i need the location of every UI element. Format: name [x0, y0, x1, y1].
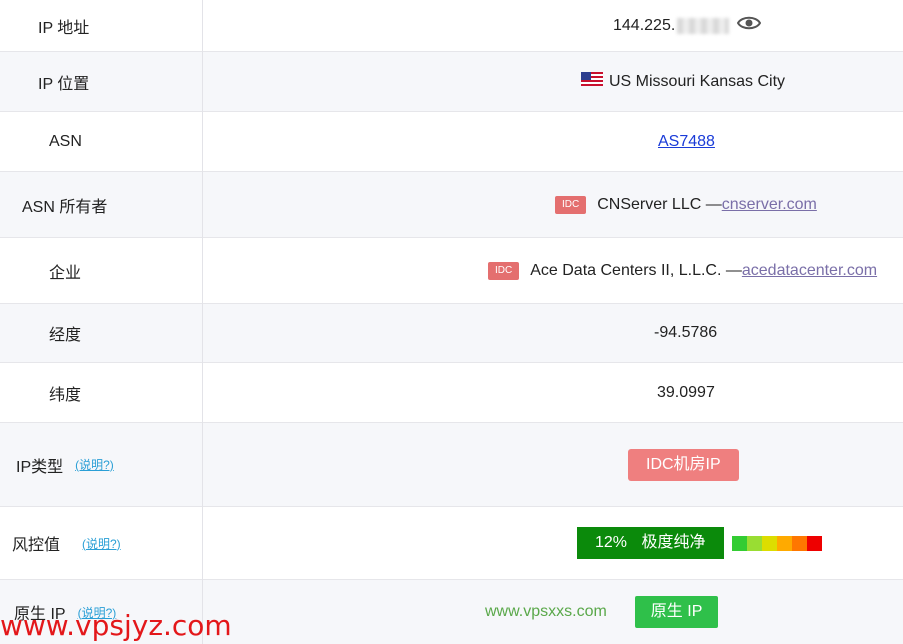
risk-color-bar: [731, 535, 822, 551]
value-longitude: -94.5786: [654, 324, 718, 341]
enterprise-name: Ace Data Centers II, L.L.C. —: [530, 261, 742, 279]
label-longitude: 经度: [49, 327, 82, 344]
eye-icon[interactable]: [737, 15, 762, 36]
risk-score-text: 极度纯净: [641, 534, 706, 551]
risk-bar-segment: [761, 535, 777, 551]
us-flag-icon: [581, 72, 603, 91]
row-longitude: 经度 -94.5786: [0, 304, 903, 363]
row-ip-address: IP 地址 144.225.: [0, 0, 903, 52]
value-ip-location: US Missouri Kansas City: [581, 52, 785, 111]
value-native-ip: www.vpsxxs.com 原生 IP: [485, 580, 719, 644]
row-enterprise: 企业 IDC Ace Data Centers II, L.L.C. — ace…: [0, 238, 903, 304]
value-ip-type: IDC机房IP: [628, 423, 739, 506]
asn-link[interactable]: AS7488: [658, 133, 715, 151]
value-risk-score: 12% 极度纯净: [577, 507, 822, 579]
risk-score-label: 风控值: [12, 537, 61, 554]
risk-bar-segment: [806, 535, 822, 551]
column-divider: [202, 0, 203, 644]
watermark-red: www.vpsjyz.com: [0, 609, 232, 642]
row-risk-score: 风控值 (说明?) 12% 极度纯净: [0, 507, 903, 580]
risk-bar-segment: [731, 535, 747, 551]
native-ip-badge: 原生 IP: [634, 596, 719, 628]
row-asn-owner: ASN 所有者 IDC CNServer LLC — cnserver.com: [0, 172, 903, 238]
ip-type-help-link[interactable]: (说明?): [75, 456, 114, 473]
value-asn: AS7488: [658, 112, 715, 171]
label-risk-score: 风控值 (说明?): [12, 507, 121, 579]
ip-type-label: IP类型: [16, 458, 64, 476]
label-enterprise: 企业: [49, 264, 82, 282]
watermark-green: www.vpsxxs.com: [485, 603, 607, 620]
ip-address-blurred: [677, 17, 730, 34]
risk-score-percent: 12%: [595, 534, 628, 551]
label-ip-location: IP 位置: [38, 75, 90, 93]
enterprise-link[interactable]: acedatacenter.com: [742, 262, 877, 280]
row-ip-type: IP类型 (说明?) IDC机房IP: [0, 423, 903, 507]
risk-bar-segment: [746, 535, 762, 551]
risk-bar-segment: [791, 535, 807, 551]
row-asn: ASN AS7488: [0, 112, 903, 172]
value-latitude: 39.0997: [657, 383, 715, 401]
risk-bar-segment: [776, 535, 792, 551]
risk-score-box: 12% 极度纯净: [577, 527, 724, 559]
idc-tag: IDC: [488, 261, 520, 280]
value-enterprise: IDC Ace Data Centers II, L.L.C. — acedat…: [488, 238, 877, 303]
asn-owner-link[interactable]: cnserver.com: [722, 196, 817, 214]
label-latitude: 纬度: [49, 386, 82, 404]
value-ip-address: 144.225.: [613, 0, 762, 51]
asn-owner-name: CNServer LLC —: [597, 195, 722, 213]
row-latitude: 纬度 39.0997: [0, 363, 903, 423]
label-asn: ASN: [49, 132, 82, 150]
row-ip-location: IP 位置 US Missouri Kansas City: [0, 52, 903, 112]
label-ip-type: IP类型 (说明?): [16, 423, 114, 506]
risk-score-help-link[interactable]: (说明?): [82, 535, 121, 552]
label-asn-owner: ASN 所有者: [22, 198, 108, 216]
idc-tag: IDC: [555, 195, 587, 214]
ip-location-text: US Missouri Kansas City: [609, 72, 786, 90]
ip-type-badge: IDC机房IP: [628, 448, 739, 481]
ip-address-text: 144.225.: [613, 16, 676, 34]
value-asn-owner: IDC CNServer LLC — cnserver.com: [555, 172, 817, 237]
label-ip-address: IP 地址: [38, 19, 90, 37]
